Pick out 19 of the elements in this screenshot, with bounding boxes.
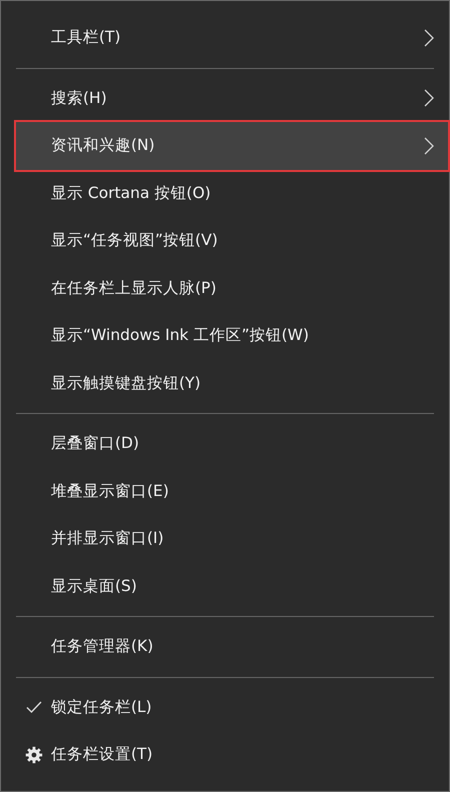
menu-item[interactable]: 堆叠显示窗口(E) bbox=[16, 468, 448, 515]
menu-item[interactable]: 显示“任务视图”按钮(V) bbox=[16, 217, 448, 264]
menu-item[interactable]: 显示触摸键盘按钮(Y) bbox=[16, 360, 448, 407]
menu-item[interactable]: 任务栏设置(T) bbox=[16, 731, 448, 778]
settings-icon bbox=[24, 746, 42, 764]
menu-item[interactable]: 资讯和兴趣(N) bbox=[16, 122, 448, 170]
chevron-right-icon bbox=[424, 28, 434, 47]
menu-item[interactable]: 显示 Cortana 按钮(O) bbox=[16, 170, 448, 217]
menu-item[interactable]: 层叠窗口(D) bbox=[16, 420, 448, 468]
menu-item[interactable]: 搜索(H) bbox=[16, 74, 448, 122]
chevron-right-icon bbox=[424, 136, 434, 155]
menu-item[interactable]: 任务管理器(K) bbox=[16, 623, 448, 670]
menu-item[interactable]: 在任务栏上显示人脉(P) bbox=[16, 264, 448, 312]
menu-item[interactable]: 显示“Windows Ink 工作区”按钮(W) bbox=[16, 312, 448, 360]
chevron-right-icon bbox=[424, 89, 434, 108]
menu-item[interactable]: 锁定任务栏(L) bbox=[16, 684, 448, 731]
menu-item[interactable]: 并排显示窗口(I) bbox=[16, 515, 448, 562]
menu-item[interactable]: 显示桌面(S) bbox=[16, 562, 448, 610]
menu-item[interactable]: 工具栏(T) bbox=[16, 14, 448, 62]
